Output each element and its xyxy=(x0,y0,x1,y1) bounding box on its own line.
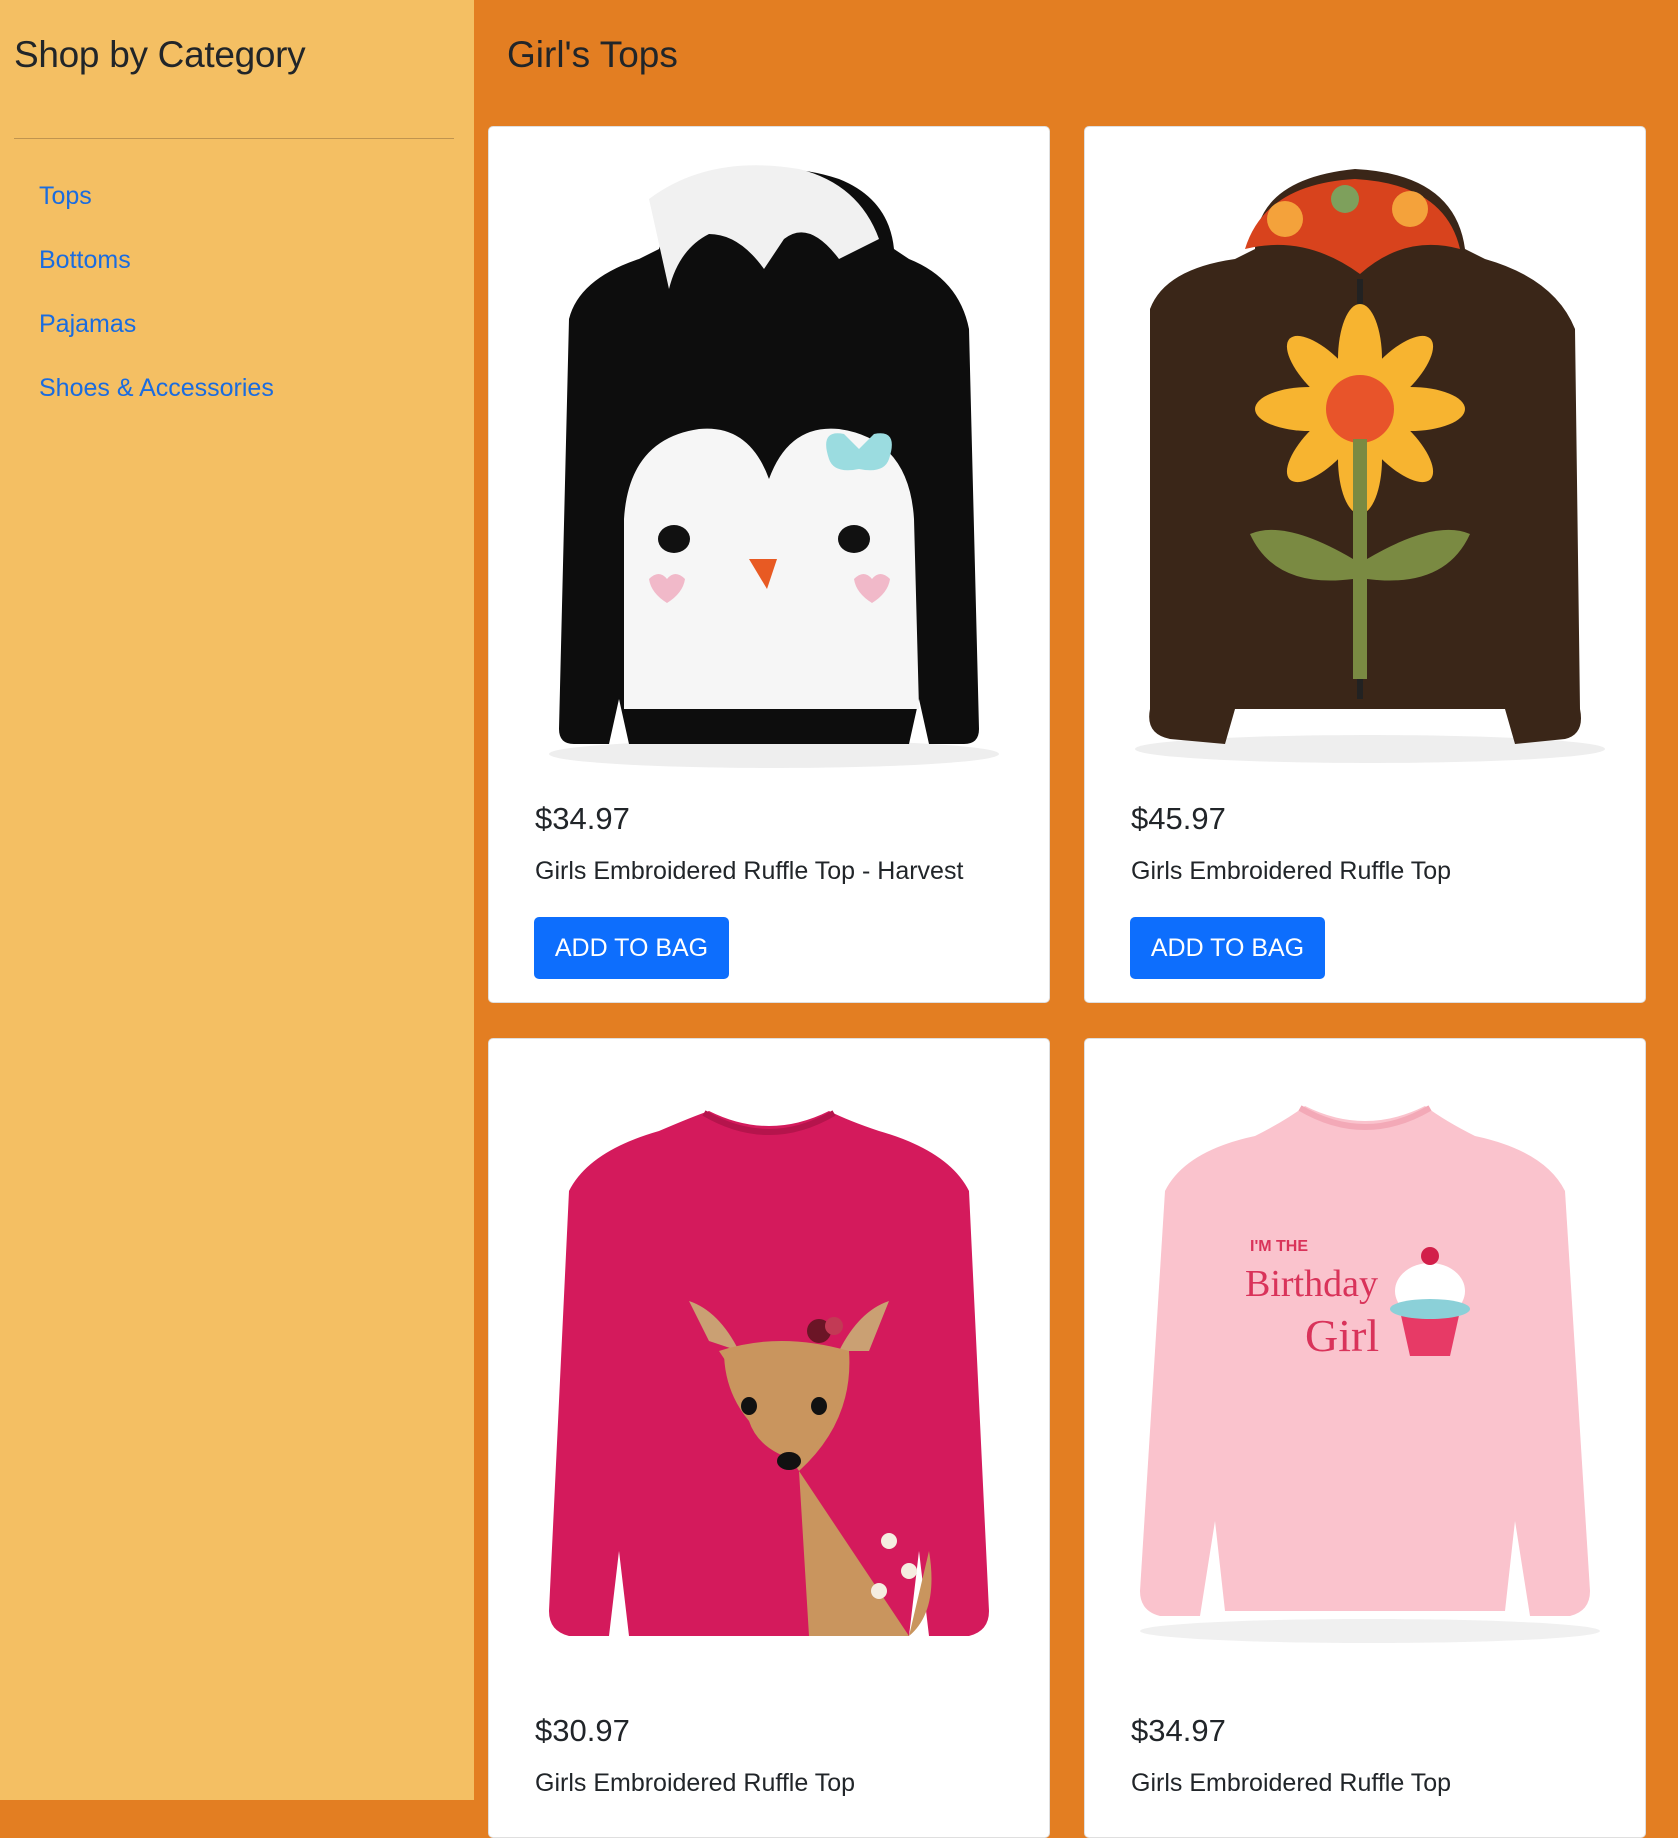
product-card: $30.97 Girls Embroidered Ruffle Top xyxy=(488,1038,1050,1838)
print-line3: Girl xyxy=(1305,1310,1379,1361)
product-name[interactable]: Girls Embroidered Ruffle Top xyxy=(535,1769,855,1798)
sidebar-item-shoes-accessories[interactable]: Shoes & Accessories xyxy=(39,374,274,402)
product-card: I'M THE Birthday Girl $34.97 Girls Embro… xyxy=(1084,1038,1646,1838)
print-line1: I'M THE xyxy=(1250,1238,1308,1255)
product-card: $34.97 Girls Embroidered Ruffle Top - Ha… xyxy=(488,126,1050,1003)
print-line2: Birthday xyxy=(1245,1263,1378,1305)
product-name[interactable]: Girls Embroidered Ruffle Top xyxy=(1131,857,1451,886)
product-price: $30.97 xyxy=(535,1713,630,1748)
product-price: $34.97 xyxy=(1131,1713,1226,1748)
sidebar-item-tops[interactable]: Tops xyxy=(39,182,92,210)
add-to-bag-button[interactable]: ADD TO BAG xyxy=(534,917,729,979)
product-listing: Girl's Tops $34.97 Girls Embroidered Ruf… xyxy=(474,0,1678,1838)
product-name[interactable]: Girls Embroidered Ruffle Top - Harvest xyxy=(535,857,963,886)
category-sidebar: Shop by Category Tops Bottoms Pajamas Sh… xyxy=(0,0,474,1800)
sidebar-divider xyxy=(14,138,454,139)
sidebar-title: Shop by Category xyxy=(14,34,306,75)
product-name[interactable]: Girls Embroidered Ruffle Top xyxy=(1131,1769,1451,1798)
product-image-penguin-hoodie[interactable] xyxy=(509,139,1029,779)
product-price: $34.97 xyxy=(535,801,630,836)
page-title: Girl's Tops xyxy=(507,34,678,75)
product-image-birthday-top[interactable]: I'M THE Birthday Girl xyxy=(1105,1051,1625,1691)
product-price: $45.97 xyxy=(1131,801,1226,836)
category-nav: Tops Bottoms Pajamas Shoes & Accessories xyxy=(39,176,274,432)
add-to-bag-button[interactable]: ADD TO BAG xyxy=(1130,917,1325,979)
product-image-deer-top[interactable] xyxy=(509,1051,1029,1691)
sidebar-item-pajamas[interactable]: Pajamas xyxy=(39,310,136,338)
product-image-sunflower-hoodie[interactable] xyxy=(1105,139,1625,779)
sidebar-item-bottoms[interactable]: Bottoms xyxy=(39,246,131,274)
product-card: $45.97 Girls Embroidered Ruffle Top ADD … xyxy=(1084,126,1646,1003)
